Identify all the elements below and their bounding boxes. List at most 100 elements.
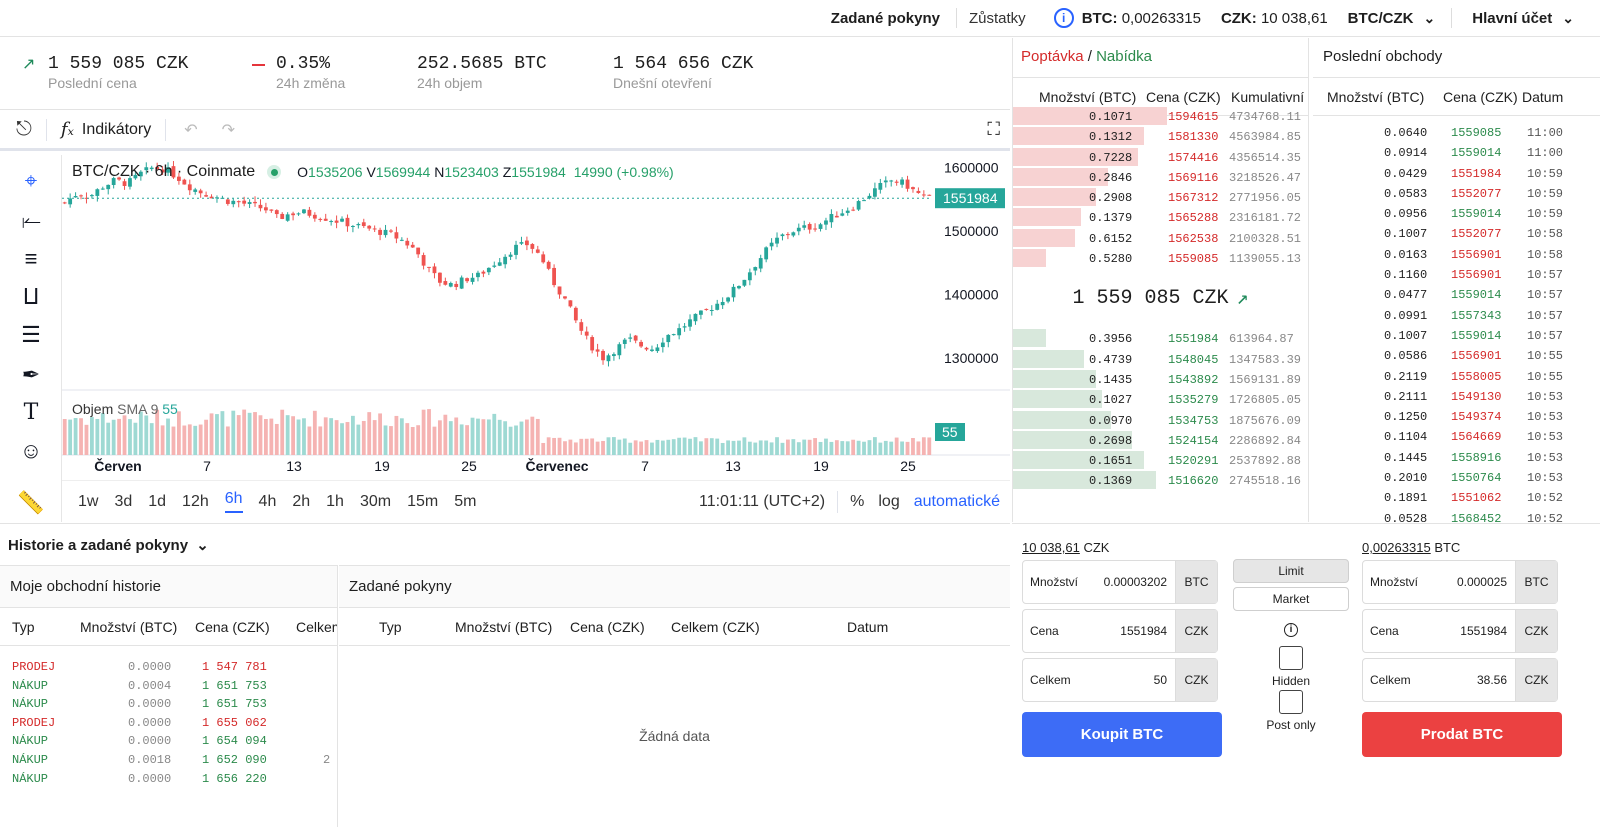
indicators-button[interactable]: fₓ Indikátory (61, 119, 151, 140)
tf-1d[interactable]: 1d (148, 493, 166, 511)
ask-row[interactable]: 0.1379 1565288 2316181.72 (1013, 207, 1308, 227)
ask-row[interactable]: 0.6152 1562538 2100328.51 (1013, 228, 1308, 248)
candle (323, 218, 328, 221)
sell-total-input[interactable]: 38.56 (1425, 673, 1515, 687)
buy-qty-field[interactable]: Množství 0.00003202 BTC (1022, 560, 1218, 604)
sell-qty-input[interactable]: 0.000025 (1425, 575, 1515, 589)
tf-2h[interactable]: 2h (292, 493, 310, 511)
candle (557, 286, 562, 295)
ask-row[interactable]: 0.7228 1574416 4356514.35 (1013, 147, 1308, 167)
ask-row[interactable]: 0.1071 1594615 4734768.11 (1013, 106, 1308, 126)
volume-bar (514, 425, 518, 455)
market-tab[interactable]: Market (1233, 587, 1349, 611)
cell-q: 0.0583 (1384, 186, 1428, 201)
buy-total-input[interactable]: 50 (1085, 673, 1175, 687)
trend-line-icon[interactable]: ⥒ (17, 207, 45, 235)
volume-bar (438, 420, 442, 455)
ask-row[interactable]: 0.2846 1569116 3218526.47 (1013, 167, 1308, 187)
indicators-label: Indikátory (81, 120, 152, 138)
buy-price-field[interactable]: Cena 1551984 CZK (1022, 609, 1218, 653)
buy-price-input[interactable]: 1551984 (1085, 624, 1175, 638)
ask-row[interactable]: 0.1312 1581330 4563984.85 (1013, 126, 1308, 146)
history-dropdown[interactable]: Historie a zadané pokyny ⌄ (0, 523, 1010, 565)
candle (541, 254, 546, 263)
pair-selector[interactable]: BTC/CZK ⌄ (1348, 10, 1436, 27)
ask-row[interactable]: 0.2908 1567312 2771956.05 (1013, 187, 1308, 207)
redo-icon[interactable]: ↷ (222, 120, 235, 140)
btc-available[interactable]: 0,00263315 BTC (1362, 540, 1460, 555)
bid-title[interactable]: Poptávka (1021, 48, 1084, 65)
fib-icon[interactable]: ☰ (17, 321, 45, 349)
tf-6h[interactable]: 6h (224, 490, 243, 513)
sell-price-input[interactable]: 1551984 (1425, 624, 1515, 638)
orders-link[interactable]: Zadané pokyny (831, 10, 940, 27)
emoji-icon[interactable]: ☺ (17, 437, 45, 465)
volume-bar (291, 416, 295, 455)
volume-bar (231, 410, 236, 455)
cell-p: 1524154 (1168, 433, 1219, 448)
tf-1h[interactable]: 1h (326, 493, 344, 511)
limit-tab[interactable]: Limit (1233, 559, 1349, 583)
tf-30m[interactable]: 30m (360, 493, 391, 511)
cell-q: 0.0640 (1384, 126, 1428, 140)
x-tick-label: Červen (94, 457, 141, 474)
brush-icon[interactable]: ✒ (17, 361, 45, 389)
percent-toggle[interactable]: % (850, 493, 864, 511)
candle (889, 180, 894, 182)
tf-12h[interactable]: 12h (182, 493, 209, 511)
horizontal-lines-icon[interactable]: ≡ (17, 245, 45, 273)
pattern-icon[interactable]: ⨿ (17, 283, 45, 311)
crosshair-icon[interactable]: ⌖ (17, 167, 45, 195)
tf-1w[interactable]: 1w (78, 493, 98, 511)
fullscreen-icon[interactable]: ⛶ (987, 119, 1000, 140)
trades-header: Množství (BTC) Cena (CZK) Datum (1313, 78, 1600, 116)
buy-total-field[interactable]: Celkem 50 CZK (1022, 658, 1218, 702)
ruler-icon[interactable]: 📏 (17, 489, 45, 517)
sell-qty-field[interactable]: Množství 0.000025 BTC (1362, 560, 1558, 604)
cell-q: 0.0000 (128, 771, 172, 786)
bid-row[interactable]: 0.0970 1534753 1875676.09 (1013, 410, 1308, 430)
price-chart[interactable]: 1600000 1500000 1400000 1300000 1551984 55 Čer… (62, 155, 1010, 480)
cell-q: 0.0004 (128, 678, 172, 693)
buy-qty-input[interactable]: 0.00003202 (1085, 575, 1175, 589)
info-icon[interactable]: i (1284, 623, 1298, 637)
auto-toggle[interactable]: automatické (914, 493, 1000, 511)
ask-title[interactable]: Nabídka (1096, 48, 1152, 65)
buy-button[interactable]: Koupit BTC (1022, 712, 1222, 757)
undo-icon[interactable]: ↶ (184, 120, 197, 140)
hidden-checkbox[interactable] (1279, 646, 1303, 670)
tf-5m[interactable]: 5m (454, 493, 476, 511)
ask-row[interactable]: 0.5280 1559085 1139055.13 (1013, 248, 1308, 268)
bid-row[interactable]: 0.3956 1551984 613964.87 (1013, 328, 1308, 348)
candles-icon[interactable]: ⎋ (16, 118, 32, 141)
candle (481, 271, 486, 274)
bid-row[interactable]: 0.1651 1520291 2537892.88 (1013, 450, 1308, 470)
tf-3d[interactable]: 3d (114, 493, 132, 511)
bid-row[interactable]: 0.1435 1543892 1569131.89 (1013, 369, 1308, 389)
bid-row[interactable]: 0.4739 1548045 1347583.39 (1013, 349, 1308, 369)
info-icon[interactable]: i (1053, 8, 1074, 28)
bid-row[interactable]: 0.2698 1524154 2286892.84 (1013, 430, 1308, 450)
divider (956, 8, 957, 28)
volume-bar (921, 437, 926, 455)
text-tool-icon[interactable]: T (17, 399, 45, 427)
czk-available[interactable]: 10 038,61 CZK (1022, 540, 1109, 555)
cell-p: 1 651 753 (202, 678, 267, 693)
volume-bar (329, 418, 334, 455)
cell-c: 2537892.88 (1229, 454, 1302, 469)
volume-bar (73, 418, 78, 455)
sell-total-field[interactable]: Celkem 38.56 CZK (1362, 658, 1558, 702)
sell-button[interactable]: Prodat BTC (1362, 712, 1562, 757)
bid-row[interactable]: 0.1027 1535279 1726805.05 (1013, 389, 1308, 409)
tf-4h[interactable]: 4h (259, 493, 277, 511)
candle (470, 277, 475, 282)
sell-price-field[interactable]: Cena 1551984 CZK (1362, 609, 1558, 653)
cell-p: 1569116 (1168, 170, 1219, 185)
account-selector[interactable]: Hlavní účet ⌄ (1472, 10, 1574, 27)
cell-q: 0.6152 (1089, 231, 1133, 246)
post-only-checkbox[interactable] (1279, 690, 1303, 714)
volume-bar (796, 442, 801, 455)
log-toggle[interactable]: log (878, 493, 899, 511)
bid-row[interactable]: 0.1369 1516620 2745518.16 (1013, 470, 1308, 490)
tf-15m[interactable]: 15m (407, 493, 438, 511)
